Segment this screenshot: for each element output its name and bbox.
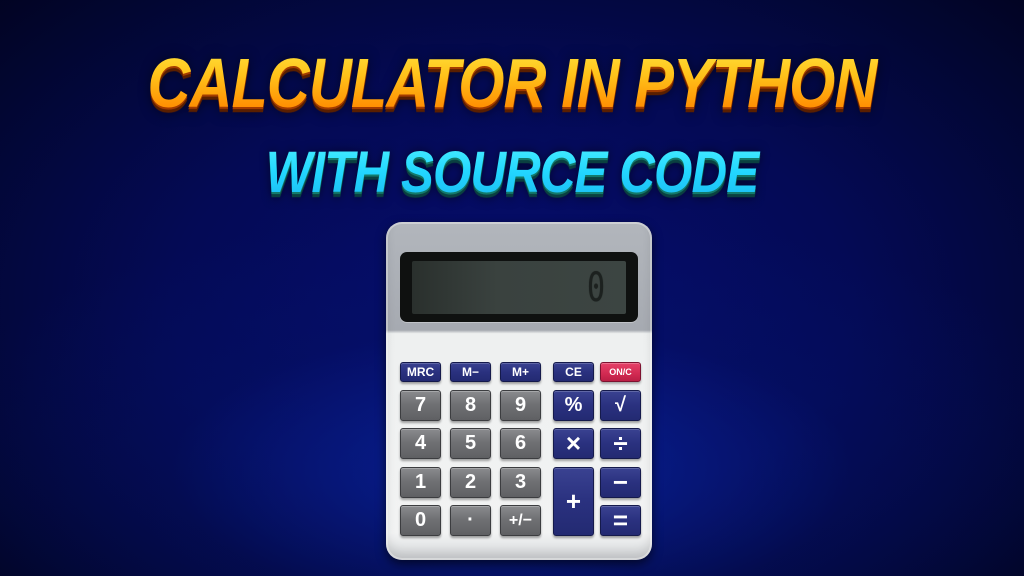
lcd-display: 0 <box>412 261 626 314</box>
memory-recall-clear-key[interactable]: MRC <box>400 362 441 382</box>
on-clear-key[interactable]: ON/C <box>600 362 641 382</box>
display-value: 0 <box>586 265 605 311</box>
digit-9-key[interactable]: 9 <box>500 390 541 421</box>
divide-key[interactable]: ÷ <box>600 428 641 459</box>
calculator-illustration: 0 MRC M− M+ CE ON/C 7 8 9 % √ 4 5 6 × ÷ … <box>386 222 652 560</box>
title-line-2: WITH SOURCE CODE <box>61 138 962 205</box>
plus-minus-key[interactable]: +/− <box>500 505 541 536</box>
digit-5-key[interactable]: 5 <box>450 428 491 459</box>
digit-8-key[interactable]: 8 <box>450 390 491 421</box>
digit-3-key[interactable]: 3 <box>500 467 541 498</box>
subtract-key[interactable]: − <box>600 467 641 498</box>
memory-minus-key[interactable]: M− <box>450 362 491 382</box>
digit-7-key[interactable]: 7 <box>400 390 441 421</box>
digit-6-key[interactable]: 6 <box>500 428 541 459</box>
digit-0-key[interactable]: 0 <box>400 505 441 536</box>
title-line-1: CALCULATOR IN PYTHON <box>51 44 973 122</box>
percent-key[interactable]: % <box>553 390 594 421</box>
multiply-key[interactable]: × <box>553 428 594 459</box>
digit-1-key[interactable]: 1 <box>400 467 441 498</box>
decimal-point-key[interactable]: · <box>450 505 491 536</box>
add-key[interactable]: + <box>553 467 594 536</box>
equals-key[interactable]: = <box>600 505 641 536</box>
clear-entry-key[interactable]: CE <box>553 362 594 382</box>
display-bezel: 0 <box>400 252 638 322</box>
memory-plus-key[interactable]: M+ <box>500 362 541 382</box>
digit-4-key[interactable]: 4 <box>400 428 441 459</box>
square-root-key[interactable]: √ <box>600 390 641 421</box>
digit-2-key[interactable]: 2 <box>450 467 491 498</box>
